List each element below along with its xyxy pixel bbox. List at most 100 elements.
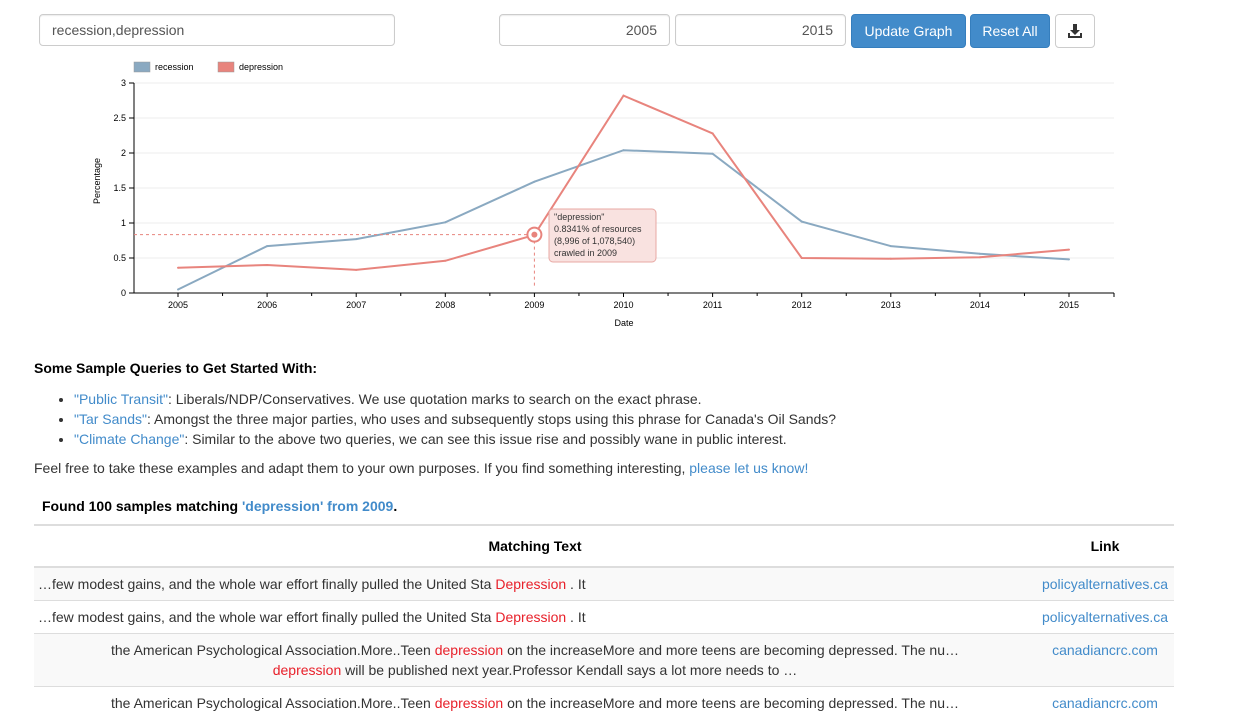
y-tick-label: 0 <box>121 288 126 298</box>
matching-text-cell: …few modest gains, and the whole war eff… <box>34 601 1036 634</box>
x-axis-label: Date <box>614 318 633 328</box>
legend-label: recession <box>155 62 194 72</box>
sample-query-link[interactable]: "Public Transit" <box>74 391 168 407</box>
text-after: . It <box>566 609 585 625</box>
data-point-depression <box>266 264 268 266</box>
text-before: the American Psychological Association.M… <box>111 695 435 711</box>
table-row: …few modest gains, and the whole war eff… <box>34 567 1174 601</box>
data-point-depression <box>623 95 625 97</box>
results-summary: Found 100 samples matching 'depression' … <box>42 498 397 514</box>
feedback-text: Feel free to take these examples and ada… <box>34 460 689 476</box>
x-tick-label: 2011 <box>703 300 722 310</box>
text-before: the American Psychological Association.M… <box>111 642 435 658</box>
sample-item: "Climate Change": Similar to the above t… <box>74 429 836 449</box>
found-highlight: 'depression' from 2009 <box>242 498 393 514</box>
data-point-recession <box>533 181 535 183</box>
x-tick-label: 2010 <box>613 300 633 310</box>
tooltip-line: (8,996 of 1,078,540) <box>554 236 635 246</box>
tooltip-marker-dot <box>531 232 537 238</box>
data-point-depression <box>712 132 714 134</box>
data-point-recession <box>444 221 446 223</box>
sample-desc: : Liberals/NDP/Conservatives. We use quo… <box>168 391 702 407</box>
table-row: the American Psychological Association.M… <box>34 687 1174 719</box>
y-axis-label: Percentage <box>92 158 102 204</box>
data-point-recession <box>266 245 268 247</box>
x-tick-label: 2008 <box>435 300 455 310</box>
matching-text-cell: …few modest gains, and the whole war eff… <box>34 567 1036 601</box>
x-tick-label: 2006 <box>257 300 277 310</box>
tooltip-line: 0.8341% of resources <box>554 224 642 234</box>
sample-desc: : Similar to the above two queries, we c… <box>184 431 786 447</box>
keyword: Depression <box>495 609 566 625</box>
legend-label: depression <box>239 62 283 72</box>
legend-swatch <box>218 62 234 72</box>
x-tick-label: 2013 <box>881 300 901 310</box>
sample-query-link[interactable]: "Tar Sands" <box>74 411 147 427</box>
link-cell: canadiancrc.com <box>1036 687 1174 719</box>
text-before: …few modest gains, and the whole war eff… <box>38 609 495 625</box>
samples-title: Some Sample Queries to Get Started With: <box>34 360 317 376</box>
y-tick-label: 2 <box>121 148 126 158</box>
matching-text-cell: the American Psychological Association.M… <box>34 634 1036 687</box>
text-after: on the increaseMore and more teens are b… <box>503 695 959 711</box>
x-tick-label: 2015 <box>1059 300 1079 310</box>
found-suffix: . <box>393 498 397 514</box>
data-point-depression <box>801 257 803 259</box>
text-after: on the increaseMore and more teens are b… <box>503 642 959 658</box>
data-point-depression <box>1068 249 1070 251</box>
column-header-link: Link <box>1036 525 1174 567</box>
matching-text-cell: the American Psychological Association.M… <box>34 687 1036 719</box>
data-point-recession <box>979 253 981 255</box>
found-prefix: Found 100 samples matching <box>42 498 242 514</box>
data-point-recession <box>801 221 803 223</box>
y-tick-label: 3 <box>121 78 126 88</box>
data-point-recession <box>1068 258 1070 260</box>
data-point-depression <box>444 260 446 262</box>
data-point-recession <box>177 289 179 291</box>
x-tick-label: 2014 <box>970 300 990 310</box>
data-point-recession <box>355 238 357 240</box>
sample-item: "Tar Sands": Amongst the three major par… <box>74 409 836 429</box>
data-point-depression <box>979 256 981 258</box>
data-point-recession <box>890 245 892 247</box>
x-tick-label: 2007 <box>346 300 366 310</box>
data-point-recession <box>712 153 714 155</box>
text-before: …few modest gains, and the whole war eff… <box>38 576 495 592</box>
data-point-depression <box>177 267 179 269</box>
link-cell: policyalternatives.ca <box>1036 601 1174 634</box>
tooltip-line: crawled in 2009 <box>554 248 617 258</box>
text-after: will be published next year.Professor Ke… <box>341 662 797 678</box>
sample-desc: : Amongst the three major parties, who u… <box>147 411 836 427</box>
tooltip-line: "depression" <box>554 212 604 222</box>
source-link[interactable]: policyalternatives.ca <box>1042 576 1168 592</box>
x-tick-label: 2012 <box>792 300 812 310</box>
x-tick-label: 2009 <box>524 300 544 310</box>
legend-swatch <box>134 62 150 72</box>
y-tick-label: 1 <box>121 218 126 228</box>
line-chart: 0 0.5 1 1.5 2 2.5 3 2005 2006 2007 2008 2009 2010 201… <box>0 0 1249 340</box>
link-cell: canadiancrc.com <box>1036 634 1174 687</box>
sample-query-link[interactable]: "Climate Change" <box>74 431 184 447</box>
sample-item: "Public Transit": Liberals/NDP/Conservat… <box>74 389 836 409</box>
source-link[interactable]: canadiancrc.com <box>1052 642 1158 658</box>
results-table: Matching Text Link …few modest gains, an… <box>34 524 1174 719</box>
data-point-depression <box>890 258 892 260</box>
data-point-recession <box>623 149 625 151</box>
contact-link[interactable]: please let us know! <box>689 460 808 476</box>
column-header-text: Matching Text <box>34 525 1036 567</box>
table-row: …few modest gains, and the whole war eff… <box>34 601 1174 634</box>
y-tick-label: 0.5 <box>113 253 126 263</box>
keyword: depression <box>435 695 504 711</box>
y-tick-label: 1.5 <box>113 183 126 193</box>
text-after: . It <box>566 576 585 592</box>
table-row: the American Psychological Association.M… <box>34 634 1174 687</box>
x-tick-label: 2005 <box>168 300 188 310</box>
source-link[interactable]: policyalternatives.ca <box>1042 609 1168 625</box>
keyword: Depression <box>495 576 566 592</box>
data-point-depression <box>355 269 357 271</box>
samples-list: "Public Transit": Liberals/NDP/Conservat… <box>34 389 836 449</box>
source-link[interactable]: canadiancrc.com <box>1052 695 1158 711</box>
keyword: depression <box>273 662 342 678</box>
y-tick-label: 2.5 <box>113 113 126 123</box>
feedback-paragraph: Feel free to take these examples and ada… <box>34 460 808 476</box>
